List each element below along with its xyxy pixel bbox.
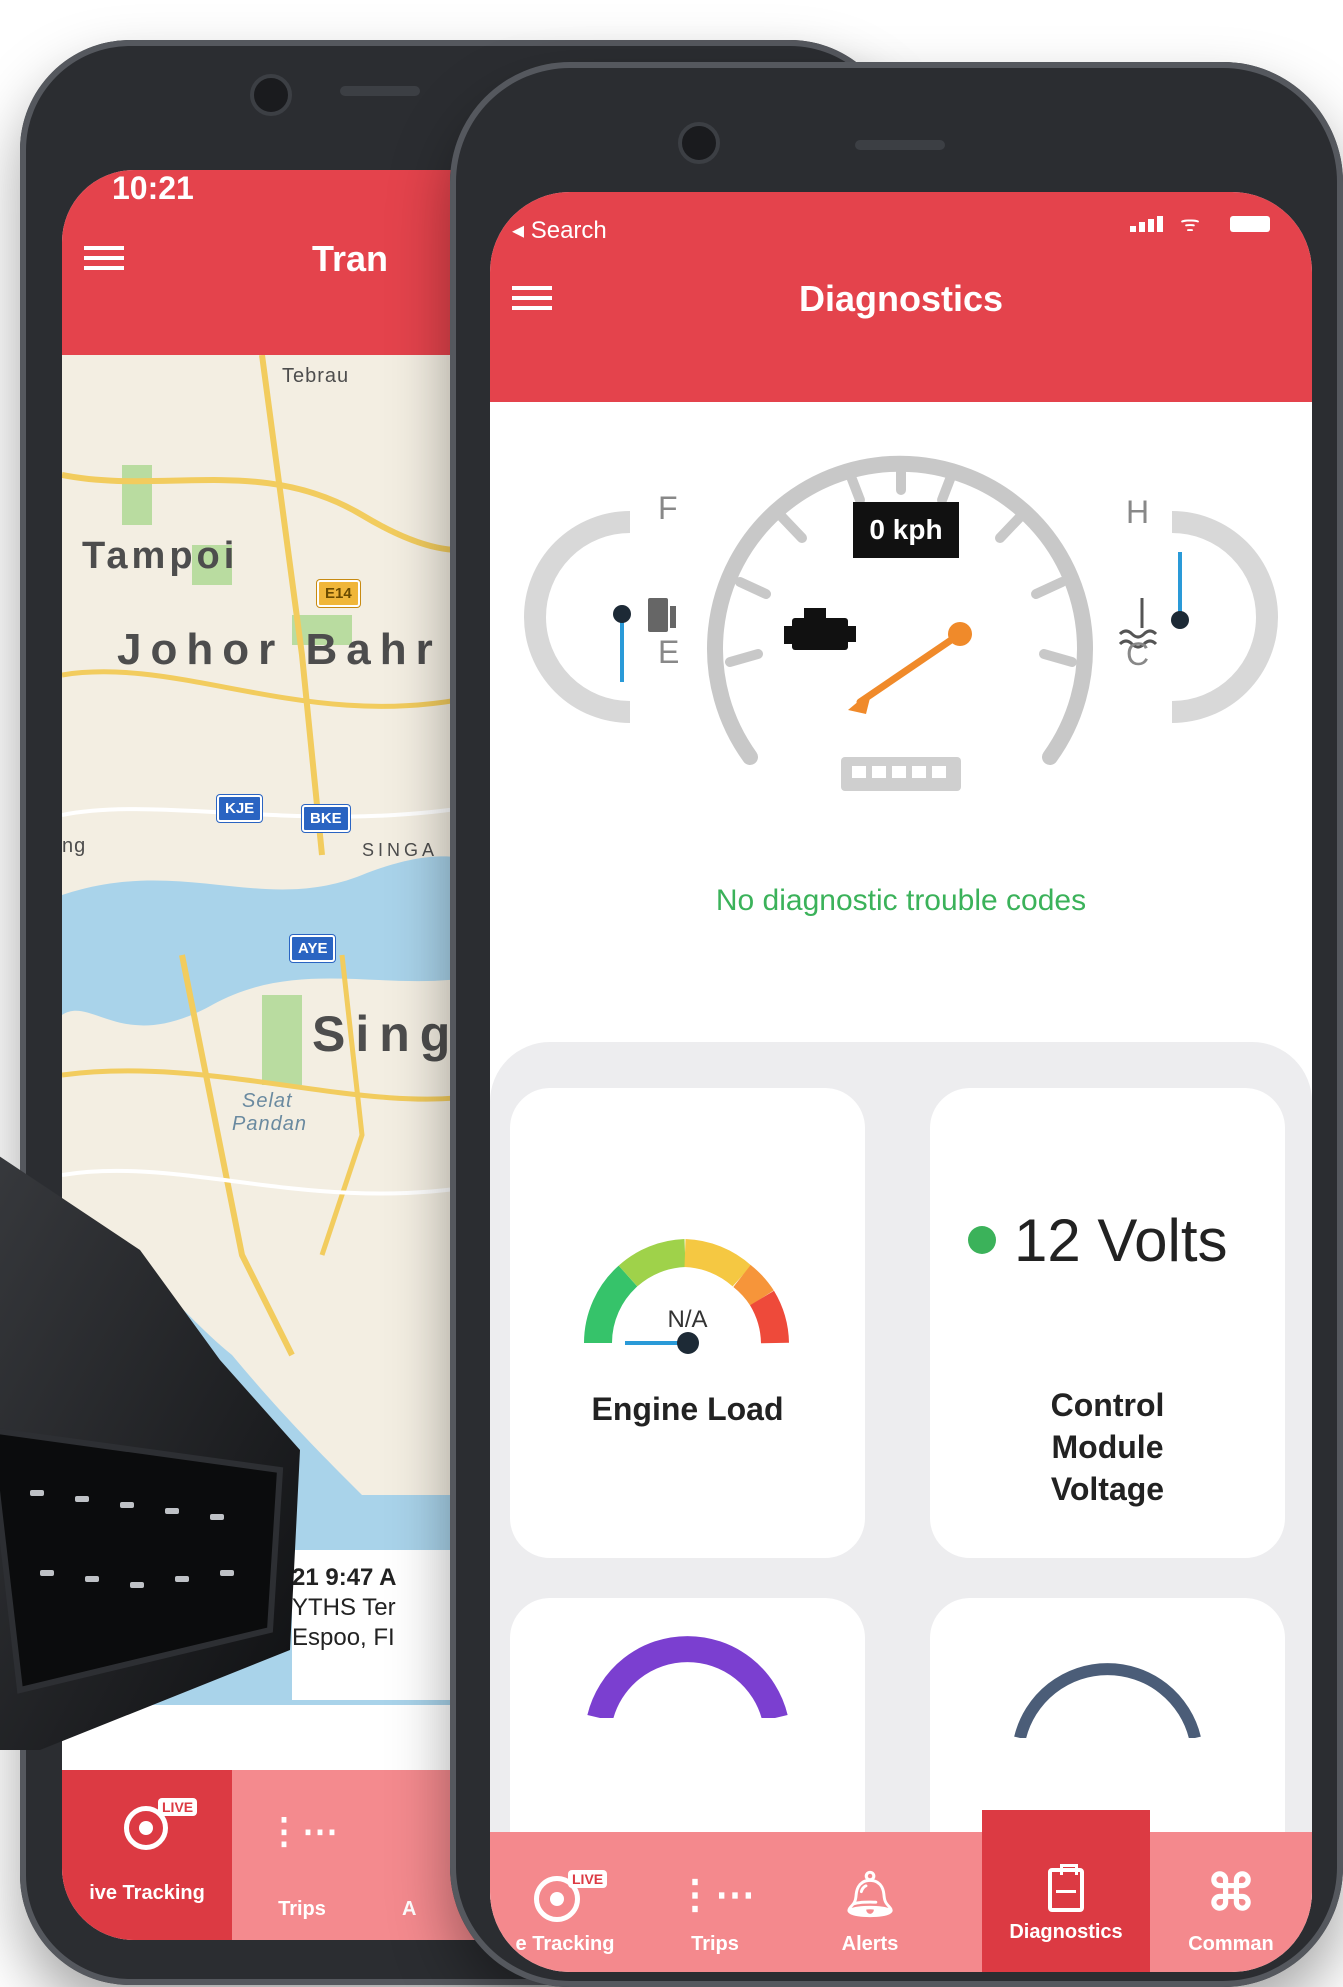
page-title: Tran xyxy=(312,238,389,279)
speaker-grille xyxy=(340,86,420,96)
road-shield-aye: AYE xyxy=(290,935,336,962)
tab-label: Alerts xyxy=(841,1933,899,1955)
temp-hot-label: H xyxy=(1126,494,1150,530)
engine-icon xyxy=(784,608,856,650)
map-label-selat: Selat xyxy=(242,1090,293,1112)
tab-label: A xyxy=(402,1898,417,1920)
park-area xyxy=(262,995,302,1085)
road-shield-bke: BKE xyxy=(302,805,350,832)
engine-load-value: N/A xyxy=(667,1306,708,1333)
temp-cold-label: C xyxy=(1126,636,1150,672)
road-shield-kje: KJE xyxy=(217,795,263,822)
needle-tip xyxy=(848,690,872,714)
tab-diagnostics[interactable]: Diagnostics xyxy=(982,1810,1150,1972)
metric-cards-panel: N/A Engine Load 12 Volts Control Module … xyxy=(490,1042,1312,1898)
fuel-full-label: F xyxy=(658,490,678,526)
voltage-value: 12 Volts xyxy=(1014,1207,1228,1274)
speaker-grille xyxy=(855,140,945,150)
engine-load-title: Engine Load xyxy=(591,1391,784,1427)
front-phone-screen: ◂ Search ᯤ Diagnostics 0 kph F E H C No … xyxy=(490,192,1312,1972)
live-tracking-icon xyxy=(490,1876,640,1922)
back-tab-live-tracking[interactable]: LIVE ive Tracking xyxy=(62,1770,232,1940)
map-label-tampoi: Tampoi xyxy=(82,535,239,577)
front-phone: ◂ Search ᯤ Diagnostics 0 kph F E H C No … xyxy=(450,62,1343,1987)
road xyxy=(62,669,482,709)
map-label-singapore: Sing xyxy=(312,1006,461,1062)
partial-gauge xyxy=(587,1636,788,1718)
bell-icon: 🔔︎ xyxy=(842,1870,898,1919)
front-camera xyxy=(250,74,292,116)
back-caret-icon: ◂ xyxy=(512,217,525,244)
back-tab-alerts[interactable]: A xyxy=(372,1770,452,1940)
map-label-johor-bahru: Johor Bahr xyxy=(117,625,442,674)
status-back-search[interactable]: ◂ Search xyxy=(512,216,607,245)
gauge-segment-orange xyxy=(732,1265,774,1307)
engine-load-card[interactable]: N/A Engine Load xyxy=(510,1088,865,1558)
engine-load-needle-hub xyxy=(677,1332,699,1354)
speed-needle xyxy=(856,630,964,706)
tab-label: Trips xyxy=(691,1933,739,1955)
road xyxy=(259,355,325,856)
status-time: 10:21 xyxy=(112,170,194,206)
front-camera xyxy=(678,122,720,164)
tab-live-tracking[interactable]: LIVE e Tracking xyxy=(490,1832,640,1972)
signal-icon xyxy=(1130,216,1164,232)
diagnostics-content: 0 kph F E H C No diagnostic trouble code… xyxy=(490,402,1312,1902)
menu-icon[interactable] xyxy=(84,240,124,276)
speed-readout: 0 kph xyxy=(853,502,959,558)
speedometer-ticks xyxy=(725,457,1077,667)
obd-dongle xyxy=(0,1156,300,1750)
tab-label: Comman xyxy=(1188,1933,1274,1955)
tab-commands[interactable]: ⌘ Comman xyxy=(1150,1832,1312,1972)
temp-pointer-dot xyxy=(1171,611,1189,629)
live-badge: LIVE xyxy=(568,1870,608,1888)
bottom-tab-bar: LIVE e Tracking ⋮⋯ Trips 🔔︎ Alerts Diagn… xyxy=(490,1810,1312,1972)
partial-gauge-arc xyxy=(1014,1663,1201,1738)
map-label-singa: SINGA xyxy=(362,840,439,860)
road-shield-e14: E14 xyxy=(317,580,360,607)
map-label-tebrau: Tebrau xyxy=(282,365,350,387)
tab-label: ive Tracking xyxy=(89,1882,205,1904)
needle-hub xyxy=(948,622,972,646)
dashboard-gauge-cluster xyxy=(524,455,1278,791)
fuel-empty-label: E xyxy=(658,634,680,670)
live-badge: LIVE xyxy=(158,1798,198,1816)
battery-icon xyxy=(1230,216,1270,232)
voltage-status-dot xyxy=(968,1226,996,1254)
engine-load-gauge xyxy=(584,1239,789,1354)
tab-label: e Tracking xyxy=(515,1933,615,1955)
tab-alerts[interactable]: 🔔︎ Alerts xyxy=(790,1832,950,1972)
fuel-pump-icon xyxy=(648,598,676,632)
gauge-segment-lime xyxy=(618,1239,687,1287)
diagnostics-header: ◂ Search ᯤ Diagnostics xyxy=(490,192,1312,402)
partial-gauge-arc xyxy=(587,1636,788,1718)
search-back-label: Search xyxy=(530,217,607,244)
fuel-pointer-dot xyxy=(613,605,631,623)
back-tab-trips[interactable]: ⋮⋯ Trips xyxy=(232,1770,372,1940)
page-title: Diagnostics xyxy=(798,278,1004,319)
tab-label: Trips xyxy=(278,1898,326,1920)
map-label-ng: ng xyxy=(62,835,87,857)
wifi-icon: ᯤ xyxy=(1180,211,1201,236)
control-module-voltage-card[interactable]: 12 Volts Control Module Voltage xyxy=(930,1088,1285,1558)
trips-icon: ⋮⋯ xyxy=(266,1810,338,1851)
partial-gauge xyxy=(1014,1663,1201,1738)
road xyxy=(62,803,482,819)
clipboard-pulse-icon xyxy=(982,1864,1150,1912)
trips-icon: ⋮⋯ xyxy=(675,1873,755,1917)
tab-trips[interactable]: ⋮⋯ Trips xyxy=(640,1832,790,1972)
park-area xyxy=(122,465,152,525)
command-icon: ⌘ xyxy=(1206,1865,1256,1921)
voltage-title: Control Module Voltage xyxy=(1050,1387,1165,1507)
tab-label: Diagnostics xyxy=(1009,1921,1123,1943)
dtc-status-message: No diagnostic trouble codes xyxy=(715,884,1087,917)
gauge-segment-yellow xyxy=(683,1239,752,1287)
